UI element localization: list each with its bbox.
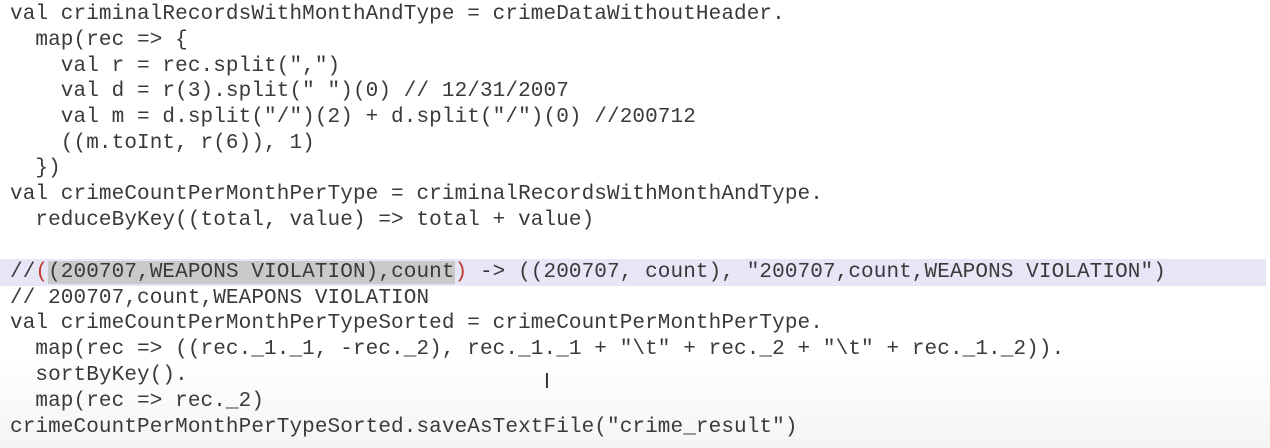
code-line-8: val crimeCountPerMonthPerType = criminal… [10,183,823,206]
code-line-4: val d = r(3).split(" ")(0) // 12/31/2007 [10,80,569,103]
comment-prefix: // [10,261,36,284]
code-line-5: val m = d.split("/")(2) + d.split("/")(0… [10,106,696,129]
code-line-16: map(rec => rec._2) [10,390,265,413]
code-line-6: ((m.toInt, r(6)), 1) [10,132,315,155]
code-line-17: crimeCountPerMonthPerTypeSorted.saveAsTe… [10,416,798,439]
code-line-3: val r = rec.split(",") [10,55,341,78]
code-line-15: sortByKey(). [10,364,188,387]
code-line-1: val criminalRecordsWithMonthAndType = cr… [10,3,785,26]
code-editor[interactable]: val criminalRecordsWithMonthAndType = cr… [0,0,1270,448]
text-selection[interactable]: (200707,WEAPONS VIOLATION),count [48,261,455,284]
text-cursor-icon: I [544,369,550,393]
code-line-12: // 200707,count,WEAPONS VIOLATION [10,287,430,310]
code-line-9: reduceByKey((total, value) => total + va… [10,209,595,232]
comment-rest: -> ((200707, count), "200707,count,WEAPO… [467,261,1166,284]
code-line-14: map(rec => ((rec._1._1, -rec._2), rec._1… [10,338,1065,361]
code-line-13: val crimeCountPerMonthPerTypeSorted = cr… [10,312,823,335]
matched-open-paren: ( [35,261,49,284]
code-line-7: }) [10,157,61,180]
code-line-11-highlighted[interactable]: //((200707,WEAPONS VIOLATION),count) -> … [10,260,1166,286]
matched-close-paren: ) [454,261,468,284]
code-line-2: map(rec => { [10,29,188,52]
